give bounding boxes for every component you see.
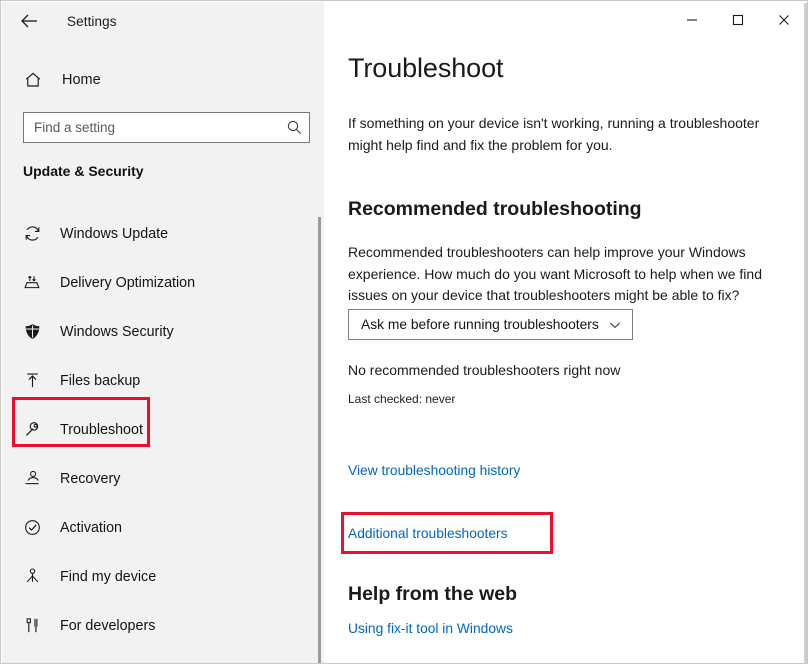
sidebar-item-for-developers[interactable]: For developers: [2, 601, 324, 650]
sidebar-item-activation[interactable]: Activation: [2, 503, 324, 552]
content-scrollbar[interactable]: [804, 3, 807, 663]
sidebar-item-label: Windows Security: [60, 323, 174, 340]
sidebar: Home Update & Security: [2, 2, 324, 663]
view-troubleshooting-history-link[interactable]: View troubleshooting history: [348, 463, 520, 478]
sidebar-item-windows-insider-program[interactable]: Windows Insider Program: [2, 650, 324, 663]
chevron-down-icon: [608, 318, 622, 332]
delivery-optimization-icon: [23, 273, 47, 292]
find-device-icon: [23, 567, 47, 586]
minimize-button[interactable]: [669, 1, 715, 39]
close-icon: [779, 15, 789, 25]
back-button[interactable]: [7, 2, 53, 40]
recommended-status-text: No recommended troubleshooters right now: [348, 362, 621, 378]
settings-window: Settings Home Find a setting Update & Se…: [0, 0, 808, 664]
sidebar-item-label: Recovery: [60, 470, 121, 487]
sidebar-item-label: Windows Update: [60, 225, 169, 242]
maximize-button[interactable]: [715, 1, 761, 39]
back-arrow-icon: [21, 14, 37, 28]
last-checked-text: Last checked: never: [348, 392, 456, 406]
search-input[interactable]: [24, 120, 279, 135]
upload-arrow-icon: [23, 371, 47, 390]
sidebar-item-troubleshoot[interactable]: Troubleshoot: [2, 405, 324, 454]
minimize-icon: [687, 19, 697, 21]
sidebar-item-find-my-device[interactable]: Find my device: [2, 552, 324, 601]
wrench-icon: [23, 420, 47, 439]
sidebar-category-title: Update & Security: [23, 163, 144, 179]
sidebar-scrollbar[interactable]: [318, 217, 321, 663]
maximize-icon: [732, 14, 744, 26]
sidebar-item-windows-update[interactable]: Windows Update: [2, 209, 324, 258]
sidebar-item-label: Delivery Optimization: [60, 274, 196, 291]
sync-icon: [23, 224, 47, 243]
title-bar: Settings: [1, 1, 807, 41]
help-from-web-heading: Help from the web: [348, 583, 518, 605]
recommended-troubleshooting-dropdown[interactable]: Ask me before running troubleshooters: [348, 309, 633, 340]
search-box[interactable]: [23, 112, 310, 143]
sidebar-item-windows-security[interactable]: Windows Security: [2, 307, 324, 356]
sidebar-item-files-backup[interactable]: Files backup: [2, 356, 324, 405]
recommended-description: Recommended troubleshooters can help imp…: [348, 244, 762, 303]
sidebar-item-recovery[interactable]: Recovery: [2, 454, 324, 503]
sidebar-item-label: Troubleshoot: [60, 421, 143, 438]
sidebar-item-delivery-optimization[interactable]: Delivery Optimization: [2, 258, 324, 307]
caption-buttons: [669, 1, 807, 39]
search-icon[interactable]: [279, 113, 309, 142]
sidebar-item-label: Find my device: [60, 568, 157, 585]
page-intro-text: If something on your device isn't workin…: [348, 115, 760, 153]
page-title: Troubleshoot: [348, 53, 504, 83]
home-icon: [24, 71, 50, 89]
sidebar-item-label: For developers: [60, 617, 156, 634]
developer-tools-icon: [23, 616, 47, 635]
sidebar-home-label: Home: [62, 72, 101, 88]
app-title: Settings: [67, 13, 117, 29]
sidebar-item-label: Files backup: [60, 372, 141, 389]
close-button[interactable]: [761, 1, 807, 39]
check-circle-icon: [23, 518, 47, 537]
additional-troubleshooters-link[interactable]: Additional troubleshooters: [348, 526, 508, 541]
content-pane: Troubleshoot If something on your device…: [324, 2, 807, 663]
using-fixit-tool-link[interactable]: Using fix-it tool in Windows: [348, 621, 513, 636]
shield-icon: [23, 322, 47, 341]
recommended-troubleshooting-heading: Recommended troubleshooting: [348, 198, 642, 220]
sidebar-item-label: Activation: [60, 519, 122, 536]
recovery-icon: [23, 469, 47, 488]
dropdown-selected-value: Ask me before running troubleshooters: [361, 317, 599, 332]
sidebar-item-home[interactable]: Home: [2, 64, 324, 96]
sidebar-nav: Windows Update Delivery Optimization Win…: [2, 209, 324, 663]
